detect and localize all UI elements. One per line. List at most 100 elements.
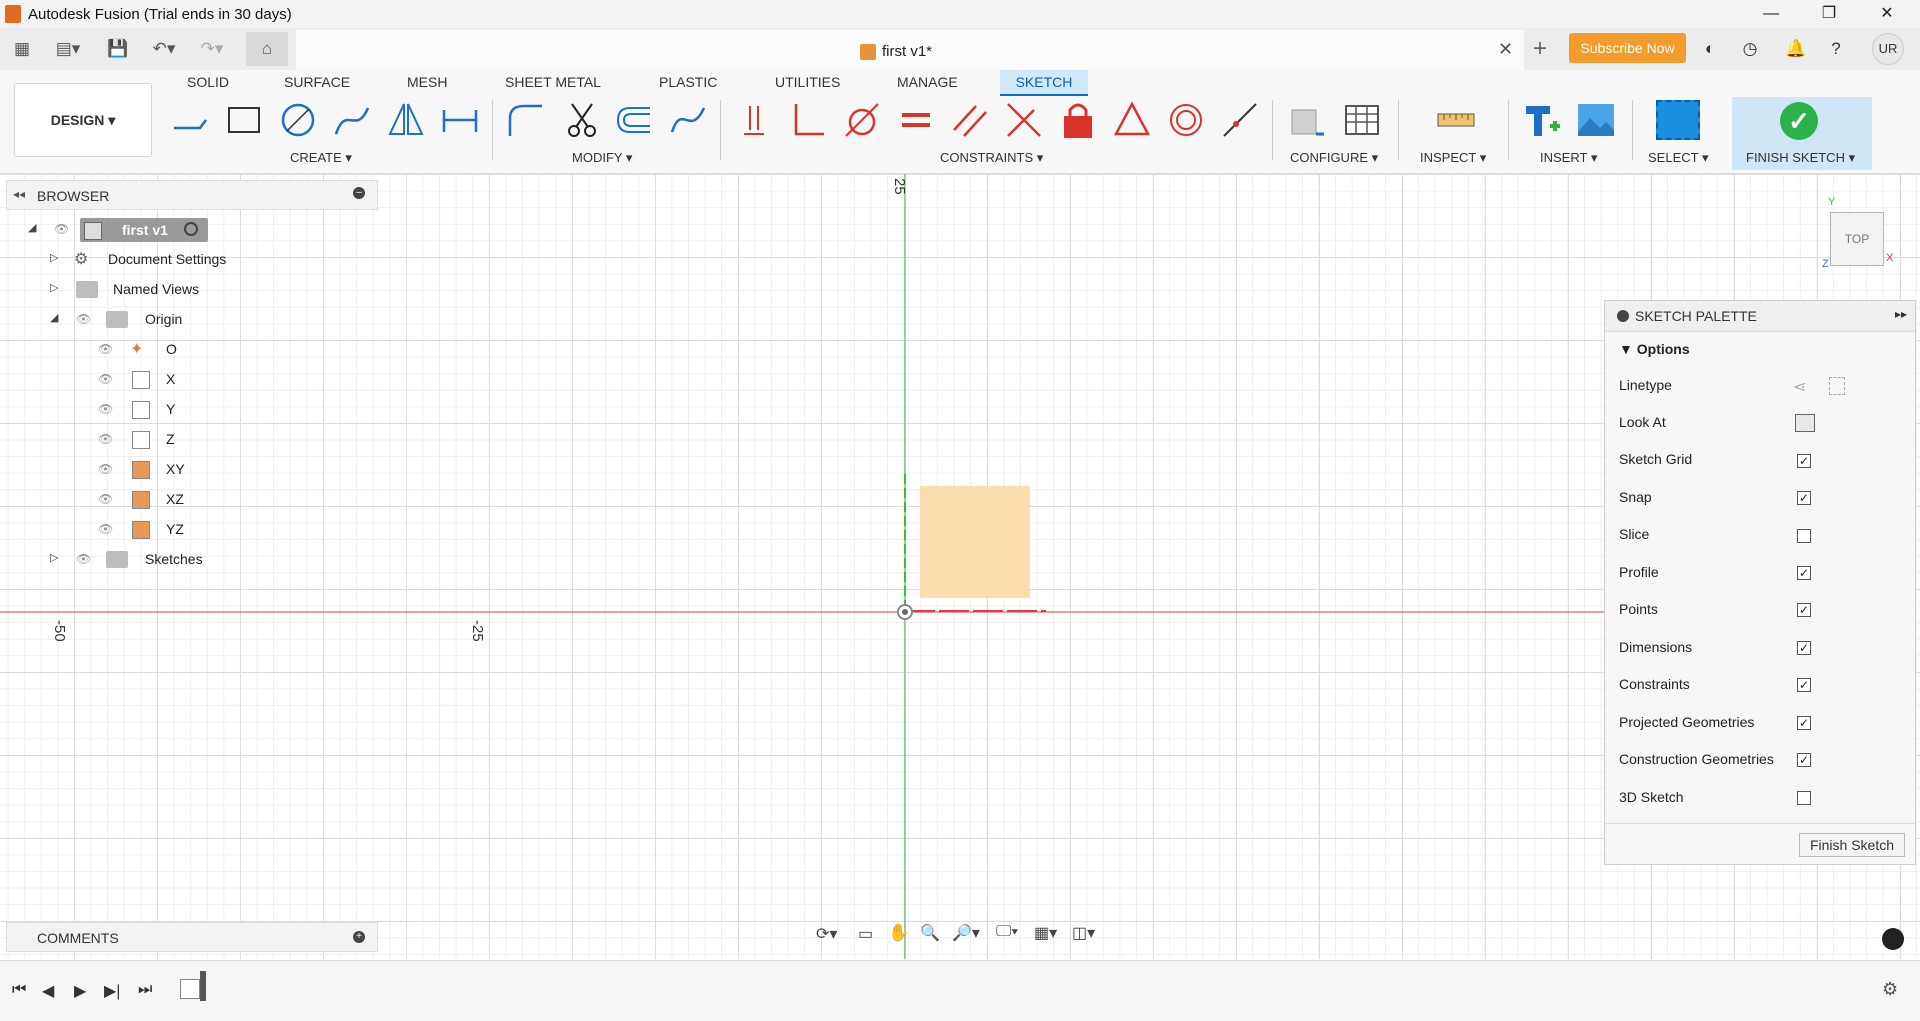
modify-group-label[interactable]: MODIFY ▾ — [572, 150, 632, 166]
new-tab-icon[interactable]: + — [1526, 36, 1554, 62]
add-comment-icon[interactable]: + — [353, 931, 365, 943]
configure-box-icon[interactable] — [1288, 100, 1328, 140]
points-checkbox[interactable]: ✓ — [1797, 603, 1811, 617]
offset-tool-icon[interactable] — [614, 100, 654, 140]
tab-sketch[interactable]: SKETCH — [1000, 70, 1088, 96]
browser-root-row[interactable]: ◢ 👁 first v1 — [0, 217, 240, 243]
close-icon[interactable]: ✕ — [1860, 0, 1914, 28]
insert-group-label[interactable]: INSERT ▾ — [1540, 150, 1597, 166]
curve-tool-icon[interactable] — [668, 100, 708, 140]
tab-solid[interactable]: SOLID — [187, 74, 229, 92]
file-menu-icon[interactable]: ▤▾ — [48, 36, 88, 62]
tab-mesh[interactable]: MESH — [407, 74, 447, 92]
line-tool-icon[interactable] — [170, 100, 210, 140]
browser-item-named-views[interactable]: ▷ Named Views — [0, 277, 240, 303]
profile-checkbox[interactable]: ✓ — [1797, 566, 1811, 580]
pan-hand-icon[interactable]: ✋ — [888, 923, 909, 943]
visibility-eye-icon[interactable]: 👁 — [76, 312, 94, 326]
history-clock-icon[interactable]: ◷ — [1736, 36, 1764, 62]
visibility-eye-icon[interactable]: 👁 — [98, 372, 116, 386]
tab-sheet-metal[interactable]: SHEET METAL — [505, 74, 601, 92]
sketch-grid-checkbox[interactable]: ✓ — [1797, 454, 1811, 468]
tab-manage[interactable]: MANAGE — [897, 74, 958, 92]
restore-icon[interactable]: ❐ — [1802, 0, 1856, 28]
origin-item-xz[interactable]: 👁 XZ — [0, 487, 240, 513]
minimize-icon[interactable]: — — [1744, 0, 1798, 28]
measure-ruler-icon[interactable] — [1436, 100, 1476, 140]
snap-checkbox[interactable]: ✓ — [1797, 491, 1811, 505]
redo-icon[interactable]: ↷▾ — [192, 36, 232, 62]
timeline-marker[interactable] — [200, 971, 206, 1001]
options-section[interactable]: ▼ Options — [1619, 341, 1690, 357]
expand-palette-icon[interactable]: ▸▸ — [1895, 307, 1907, 321]
browser-header[interactable]: ◂◂ BROWSER – — [6, 180, 378, 210]
finish-sketch-button[interactable]: ✓ FINISH SKETCH ▾ — [1732, 97, 1872, 170]
tab-utilities[interactable]: UTILITIES — [775, 74, 840, 92]
concentric-icon[interactable] — [1166, 100, 1206, 140]
document-tab[interactable]: first v1* ✕ — [296, 30, 1524, 70]
subscribe-button[interactable]: Subscribe Now — [1569, 33, 1686, 63]
expanded-triangle-icon[interactable]: ◢ — [50, 311, 62, 325]
configure-table-icon[interactable] — [1342, 100, 1382, 140]
go-to-end-icon[interactable]: ⏭ — [138, 981, 152, 999]
browser-item-sketches[interactable]: ▷ 👁 Sketches — [0, 547, 240, 573]
fix-lock-icon[interactable] — [1058, 100, 1098, 140]
parallel-constraint-icon[interactable] — [950, 100, 990, 140]
origin-item-x[interactable]: 👁 X — [0, 367, 240, 393]
mirror-tool-icon[interactable] — [386, 100, 426, 140]
linetype-centerline-icon[interactable] — [1829, 377, 1845, 395]
create-group-label[interactable]: CREATE ▾ — [290, 150, 352, 166]
midpoint-icon[interactable] — [1220, 100, 1260, 140]
look-at-icon[interactable] — [1795, 414, 1815, 432]
perpendicular-constraint-icon[interactable] — [788, 100, 828, 140]
origin-item-y[interactable]: 👁 Y — [0, 397, 240, 423]
collapse-browser-icon[interactable]: ◂◂ — [13, 187, 25, 201]
configure-group-label[interactable]: CONFIGURE ▾ — [1290, 150, 1378, 166]
visibility-eye-icon[interactable]: 👁 — [98, 432, 116, 446]
minimize-palette-icon[interactable] — [1617, 310, 1629, 322]
coincident-constraint-icon[interactable] — [736, 100, 776, 140]
close-tab-icon[interactable]: ✕ — [1498, 39, 1513, 60]
dimensions-checkbox[interactable]: ✓ — [1797, 641, 1811, 655]
linetype-construction-icon[interactable]: ⋖ — [1793, 377, 1806, 397]
tab-plastic[interactable]: PLASTIC — [659, 74, 717, 92]
tab-surface[interactable]: SURFACE — [284, 74, 350, 92]
look-at-nav-icon[interactable]: ▭ — [858, 924, 873, 944]
user-avatar[interactable]: UR — [1872, 33, 1904, 65]
visibility-eye-icon[interactable]: 👁 — [98, 492, 116, 506]
3d-sketch-checkbox[interactable] — [1797, 791, 1811, 805]
origin-item-o[interactable]: 👁 ✦ O — [0, 337, 240, 363]
minimize-panel-icon[interactable]: – — [353, 187, 365, 199]
visibility-eye-icon[interactable]: 👁 — [98, 342, 116, 356]
origin-item-xy[interactable]: 👁 XY — [0, 457, 240, 483]
undo-icon[interactable]: ↶▾ — [144, 36, 184, 62]
help-icon[interactable]: ? — [1822, 36, 1850, 62]
collapsed-triangle-icon[interactable]: ▷ — [50, 551, 62, 565]
zoom-window-icon[interactable]: 🔎▾ — [952, 923, 980, 943]
step-back-icon[interactable]: ◀ — [42, 981, 54, 1001]
select-group-label[interactable]: SELECT ▾ — [1648, 150, 1708, 166]
browser-item-origin[interactable]: ◢ 👁 Origin — [0, 307, 240, 333]
finish-sketch-palette-button[interactable]: Finish Sketch — [1799, 833, 1905, 857]
select-marquee-icon[interactable] — [1656, 100, 1700, 140]
display-settings-icon[interactable]: 🖵▾ — [996, 923, 1018, 941]
origin-item-z[interactable]: 👁 Z — [0, 427, 240, 453]
tangent-constraint-icon[interactable] — [842, 100, 882, 140]
equal-triangle-icon[interactable] — [1112, 100, 1152, 140]
go-to-start-icon[interactable]: ⏮ — [12, 981, 26, 999]
insert-mcmaster-icon[interactable] — [1522, 100, 1562, 140]
step-forward-icon[interactable]: ▶| — [104, 981, 120, 1001]
constraints-checkbox[interactable]: ✓ — [1797, 678, 1811, 692]
apps-grid-icon[interactable]: ▦ — [8, 36, 36, 62]
sketch-dimension-icon[interactable] — [440, 100, 480, 140]
play-icon[interactable]: ▶ — [74, 981, 86, 1001]
view-cube[interactable]: TOP — [1830, 212, 1884, 266]
browser-item-document-settings[interactable]: ▷ ⚙ Document Settings — [0, 247, 240, 273]
notifications-bell-icon[interactable]: 🔔 — [1782, 36, 1810, 62]
inspect-group-label[interactable]: INSPECT ▾ — [1420, 150, 1486, 166]
horizontal-constraint-icon[interactable] — [896, 100, 936, 140]
visibility-eye-icon[interactable]: 👁 — [54, 222, 72, 236]
origin-item-yz[interactable]: 👁 YZ — [0, 517, 240, 543]
slice-checkbox[interactable] — [1797, 529, 1811, 543]
visibility-eye-icon[interactable]: 👁 — [98, 462, 116, 476]
